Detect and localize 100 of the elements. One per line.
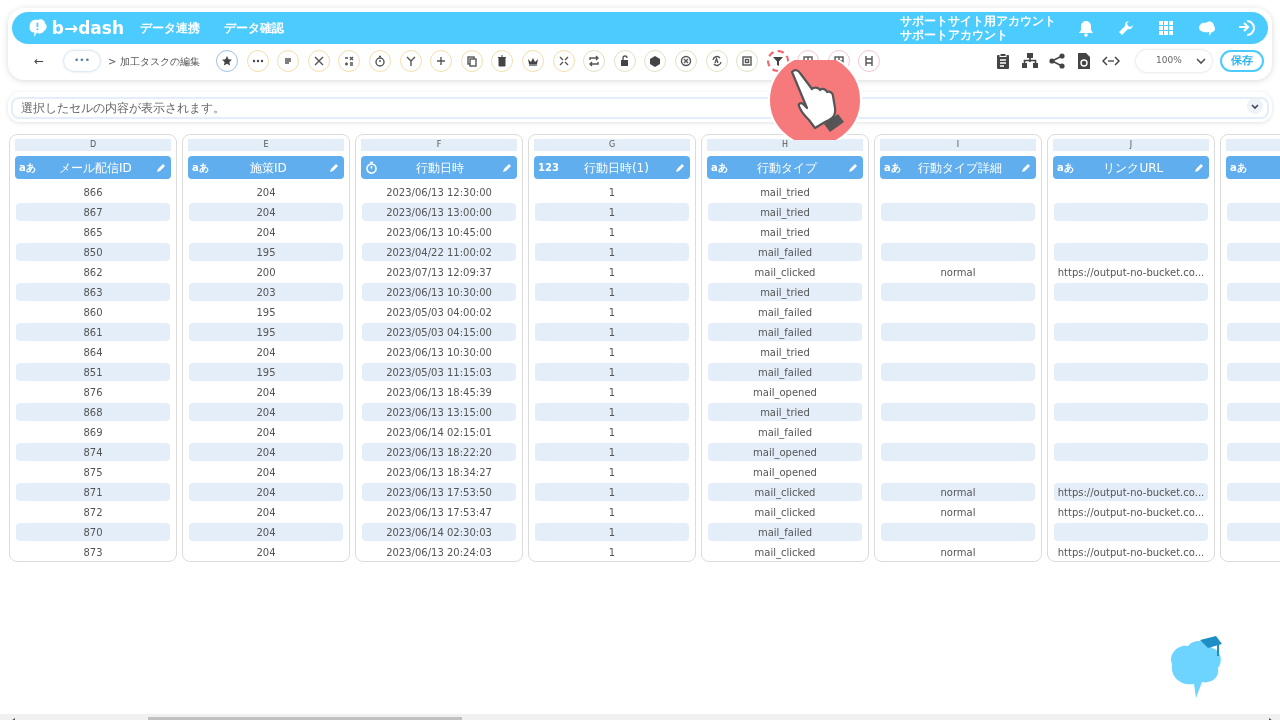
- chevron-down-icon[interactable]: [1247, 98, 1263, 114]
- table-cell[interactable]: 873: [15, 542, 171, 562]
- table-cell[interactable]: 2023/06/13 17:53:47: [361, 502, 517, 522]
- fork-icon[interactable]: [404, 55, 417, 67]
- table-cell[interactable]: 2023/06/13 10:45:00: [361, 222, 517, 242]
- table-cell[interactable]: [881, 443, 1035, 461]
- document-refresh-icon[interactable]: [1075, 52, 1093, 70]
- table-cell[interactable]: 1: [534, 182, 690, 202]
- table-cell[interactable]: 1: [535, 203, 689, 221]
- table-cell[interactable]: mail_failed: [707, 422, 863, 442]
- table-cell[interactable]: mail_opened: [707, 462, 863, 482]
- table-cell[interactable]: 204: [188, 342, 344, 362]
- table-cell[interactable]: 1: [534, 342, 690, 362]
- table-cell[interactable]: 869: [15, 422, 171, 442]
- table-cell[interactable]: mail_failed: [707, 302, 863, 322]
- table-cell[interactable]: 2023/04/22 11:00:02: [362, 243, 516, 261]
- table-cell[interactable]: 865: [15, 222, 171, 242]
- hierarchy-icon[interactable]: [1021, 52, 1039, 70]
- table-cell[interactable]: 850: [16, 243, 170, 261]
- table-cell[interactable]: mail_clicked: [708, 483, 862, 501]
- table-cell[interactable]: https://output-no-bucket.co...: [1054, 483, 1208, 501]
- table-cell[interactable]: 2023/06/14 02:15:01: [361, 422, 517, 442]
- table-cell[interactable]: mail_failed: [708, 323, 862, 341]
- table-cell[interactable]: 860: [15, 302, 171, 322]
- table-cell[interactable]: 867: [16, 203, 170, 221]
- table-cell[interactable]: [881, 283, 1035, 301]
- table-cell[interactable]: 851: [16, 363, 170, 381]
- stopwatch-icon[interactable]: [373, 55, 386, 67]
- table-cell[interactable]: https://output-no-bucket.co...: [1053, 502, 1209, 522]
- table-cell[interactable]: mail_clicked: [707, 262, 863, 282]
- table-cell[interactable]: mail_opened: [708, 443, 862, 461]
- table-cell[interactable]: 2023/06/13 18:34:27: [361, 462, 517, 482]
- table-cell[interactable]: [1054, 323, 1208, 341]
- table-cell[interactable]: 1: [534, 382, 690, 402]
- pencil-icon[interactable]: [155, 161, 167, 174]
- table-cell[interactable]: 872: [15, 502, 171, 522]
- table-cell[interactable]: 2023/05/03 04:00:02: [361, 302, 517, 322]
- table-cell[interactable]: [881, 363, 1035, 381]
- table-cell[interactable]: mail_opened: [707, 382, 863, 402]
- repeat-icon[interactable]: [588, 55, 601, 67]
- table-cell[interactable]: [1054, 283, 1208, 301]
- table-cell[interactable]: mail_clicked: [707, 542, 863, 562]
- table-cell[interactable]: [1054, 523, 1208, 541]
- trash-icon[interactable]: [496, 55, 509, 67]
- table-cell[interactable]: [1054, 203, 1208, 221]
- table-cell[interactable]: mail_failed: [708, 523, 862, 541]
- translate-icon[interactable]: [710, 55, 723, 67]
- filter-icon[interactable]: [771, 55, 784, 67]
- box-icon[interactable]: [649, 55, 662, 67]
- table-cell[interactable]: 866: [15, 182, 171, 202]
- table-cell[interactable]: 204: [189, 203, 343, 221]
- table-cell[interactable]: 204: [188, 462, 344, 482]
- table-cell[interactable]: 2023/06/13 13:00:00: [362, 203, 516, 221]
- table-cell[interactable]: 203: [189, 283, 343, 301]
- table-cell[interactable]: 2023/05/03 04:15:00: [362, 323, 516, 341]
- table-cell[interactable]: 1: [534, 422, 690, 442]
- back-button[interactable]: ←: [28, 52, 50, 70]
- more-button[interactable]: •••: [64, 51, 100, 71]
- table-cell[interactable]: 1: [534, 462, 690, 482]
- table-cell[interactable]: [881, 403, 1035, 421]
- table-cell[interactable]: 876: [15, 382, 171, 402]
- zoom-select[interactable]: 100%: [1136, 50, 1212, 72]
- table-cell[interactable]: [881, 323, 1035, 341]
- table-cell[interactable]: normal: [881, 483, 1035, 501]
- table-cell[interactable]: https://output-no-bucket.co...: [1053, 262, 1209, 282]
- pencil-icon[interactable]: [674, 161, 686, 174]
- compress-icon[interactable]: [557, 55, 570, 67]
- table-cell[interactable]: 874: [16, 443, 170, 461]
- table-cell[interactable]: mail_tried: [707, 182, 863, 202]
- table-cell[interactable]: mail_tried: [708, 203, 862, 221]
- table-cell[interactable]: 2023/06/13 10:30:00: [361, 342, 517, 362]
- table-cell[interactable]: 870: [16, 523, 170, 541]
- table-cell[interactable]: mail_failed: [708, 363, 862, 381]
- pencil-icon[interactable]: [1020, 161, 1032, 174]
- table-cell[interactable]: 2023/06/14 02:30:03: [362, 523, 516, 541]
- table-cell[interactable]: mail_tried: [707, 222, 863, 242]
- table-cell[interactable]: [1054, 403, 1208, 421]
- pencil-icon[interactable]: [1193, 161, 1205, 174]
- table-cell[interactable]: 1: [535, 283, 689, 301]
- table-cell[interactable]: 2023/06/13 10:30:00: [362, 283, 516, 301]
- table-cell[interactable]: [881, 243, 1035, 261]
- share-icon[interactable]: [1048, 52, 1066, 70]
- table-cell[interactable]: 204: [189, 403, 343, 421]
- table-cell[interactable]: 863: [16, 283, 170, 301]
- table-cell[interactable]: 204: [188, 382, 344, 402]
- table-cell[interactable]: 1: [534, 262, 690, 282]
- table-cell[interactable]: 1: [535, 483, 689, 501]
- table-cell[interactable]: 204: [188, 222, 344, 242]
- table-cell[interactable]: 204: [188, 542, 344, 562]
- table-cell[interactable]: mail_failed: [708, 243, 862, 261]
- table-cell[interactable]: 195: [189, 363, 343, 381]
- frame-icon[interactable]: [741, 55, 754, 67]
- table-cell[interactable]: 1: [534, 502, 690, 522]
- columns-icon[interactable]: [863, 55, 876, 67]
- table-cell[interactable]: mail_tried: [708, 283, 862, 301]
- table-cell[interactable]: 864: [15, 342, 171, 362]
- clipboard-icon[interactable]: [994, 52, 1012, 70]
- cell-content-field[interactable]: 選択したセルの内容が表示されます。: [11, 97, 1269, 119]
- table-cell[interactable]: 2023/06/13 20:24:03: [361, 542, 517, 562]
- table-cell[interactable]: 204: [189, 523, 343, 541]
